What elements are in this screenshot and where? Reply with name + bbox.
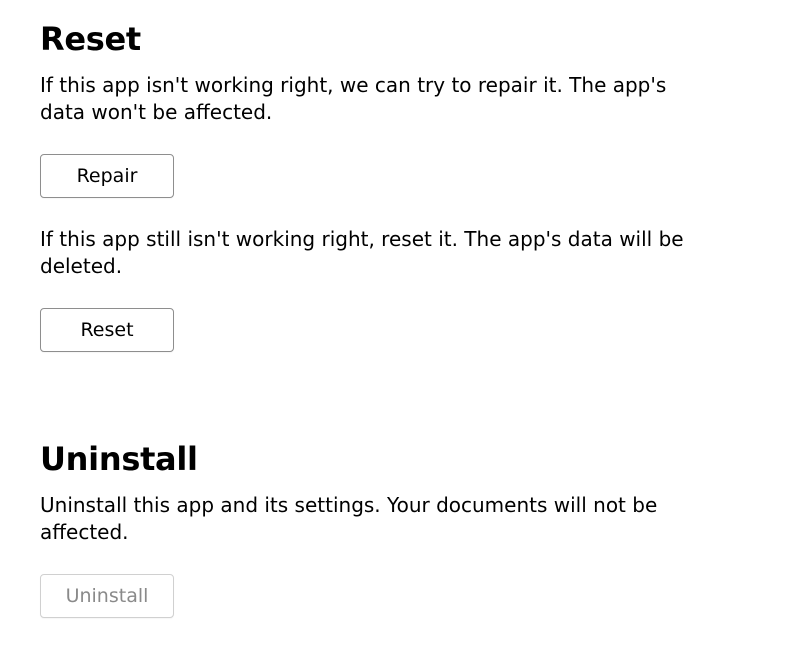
uninstall-button: Uninstall [40, 574, 174, 618]
reset-section: Reset If this app isn't working right, w… [40, 20, 750, 380]
repair-description: If this app isn't working right, we can … [40, 72, 710, 126]
uninstall-heading: Uninstall [40, 440, 750, 478]
reset-button[interactable]: Reset [40, 308, 174, 352]
reset-heading: Reset [40, 20, 750, 58]
reset-description: If this app still isn't working right, r… [40, 226, 710, 280]
uninstall-section: Uninstall Uninstall this app and its set… [40, 440, 750, 646]
repair-button[interactable]: Repair [40, 154, 174, 198]
uninstall-description: Uninstall this app and its settings. You… [40, 492, 710, 546]
